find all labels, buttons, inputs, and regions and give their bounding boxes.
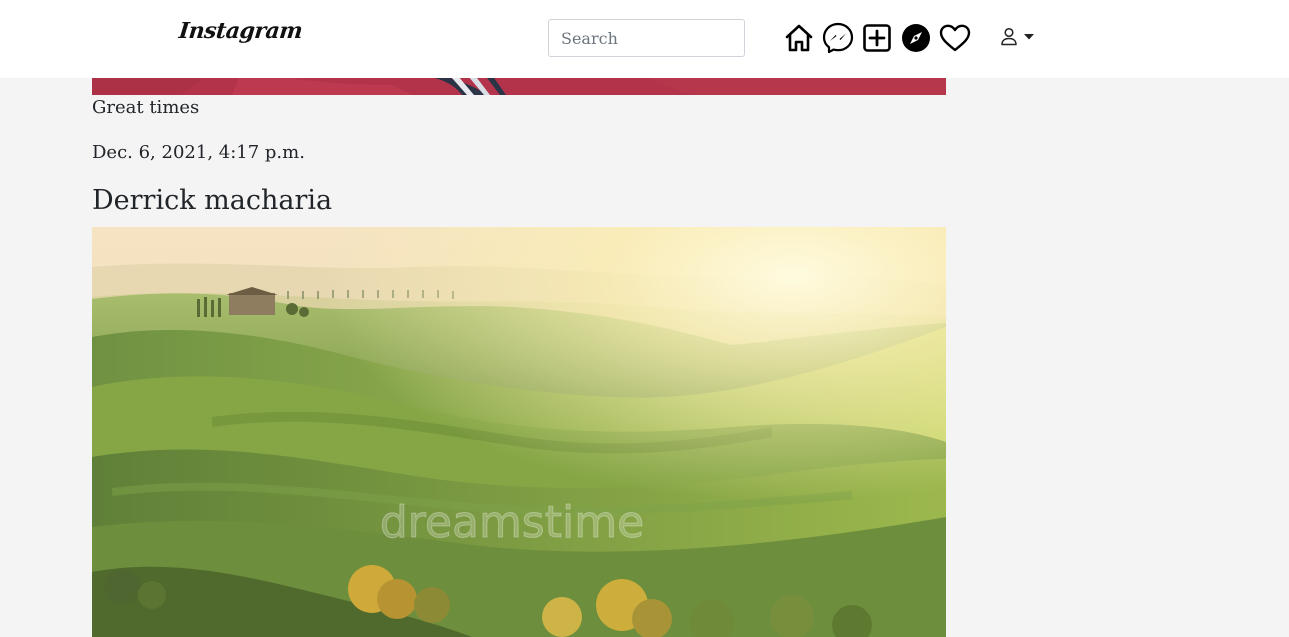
home-icon[interactable] bbox=[782, 21, 816, 55]
explore-icon[interactable] bbox=[899, 21, 933, 55]
post-caption: Great times bbox=[92, 97, 200, 118]
heart-icon[interactable] bbox=[938, 21, 972, 55]
brand-logo[interactable]: Instagram bbox=[178, 18, 304, 44]
post-timestamp: Dec. 6, 2021, 4:17 p.m. bbox=[92, 142, 305, 163]
add-post-icon[interactable] bbox=[860, 21, 894, 55]
user-dropdown-toggle[interactable] bbox=[1000, 27, 1038, 49]
image-watermark: dreamstime bbox=[380, 497, 644, 548]
post-image[interactable]: dreamstime bbox=[92, 227, 946, 637]
search-input[interactable] bbox=[548, 19, 745, 57]
post-author[interactable]: Derrick macharia bbox=[92, 185, 332, 216]
top-navbar: Instagram bbox=[0, 0, 1289, 78]
caret-down-icon bbox=[1024, 34, 1034, 40]
user-icon bbox=[1001, 27, 1017, 46]
messenger-icon[interactable] bbox=[821, 21, 855, 55]
